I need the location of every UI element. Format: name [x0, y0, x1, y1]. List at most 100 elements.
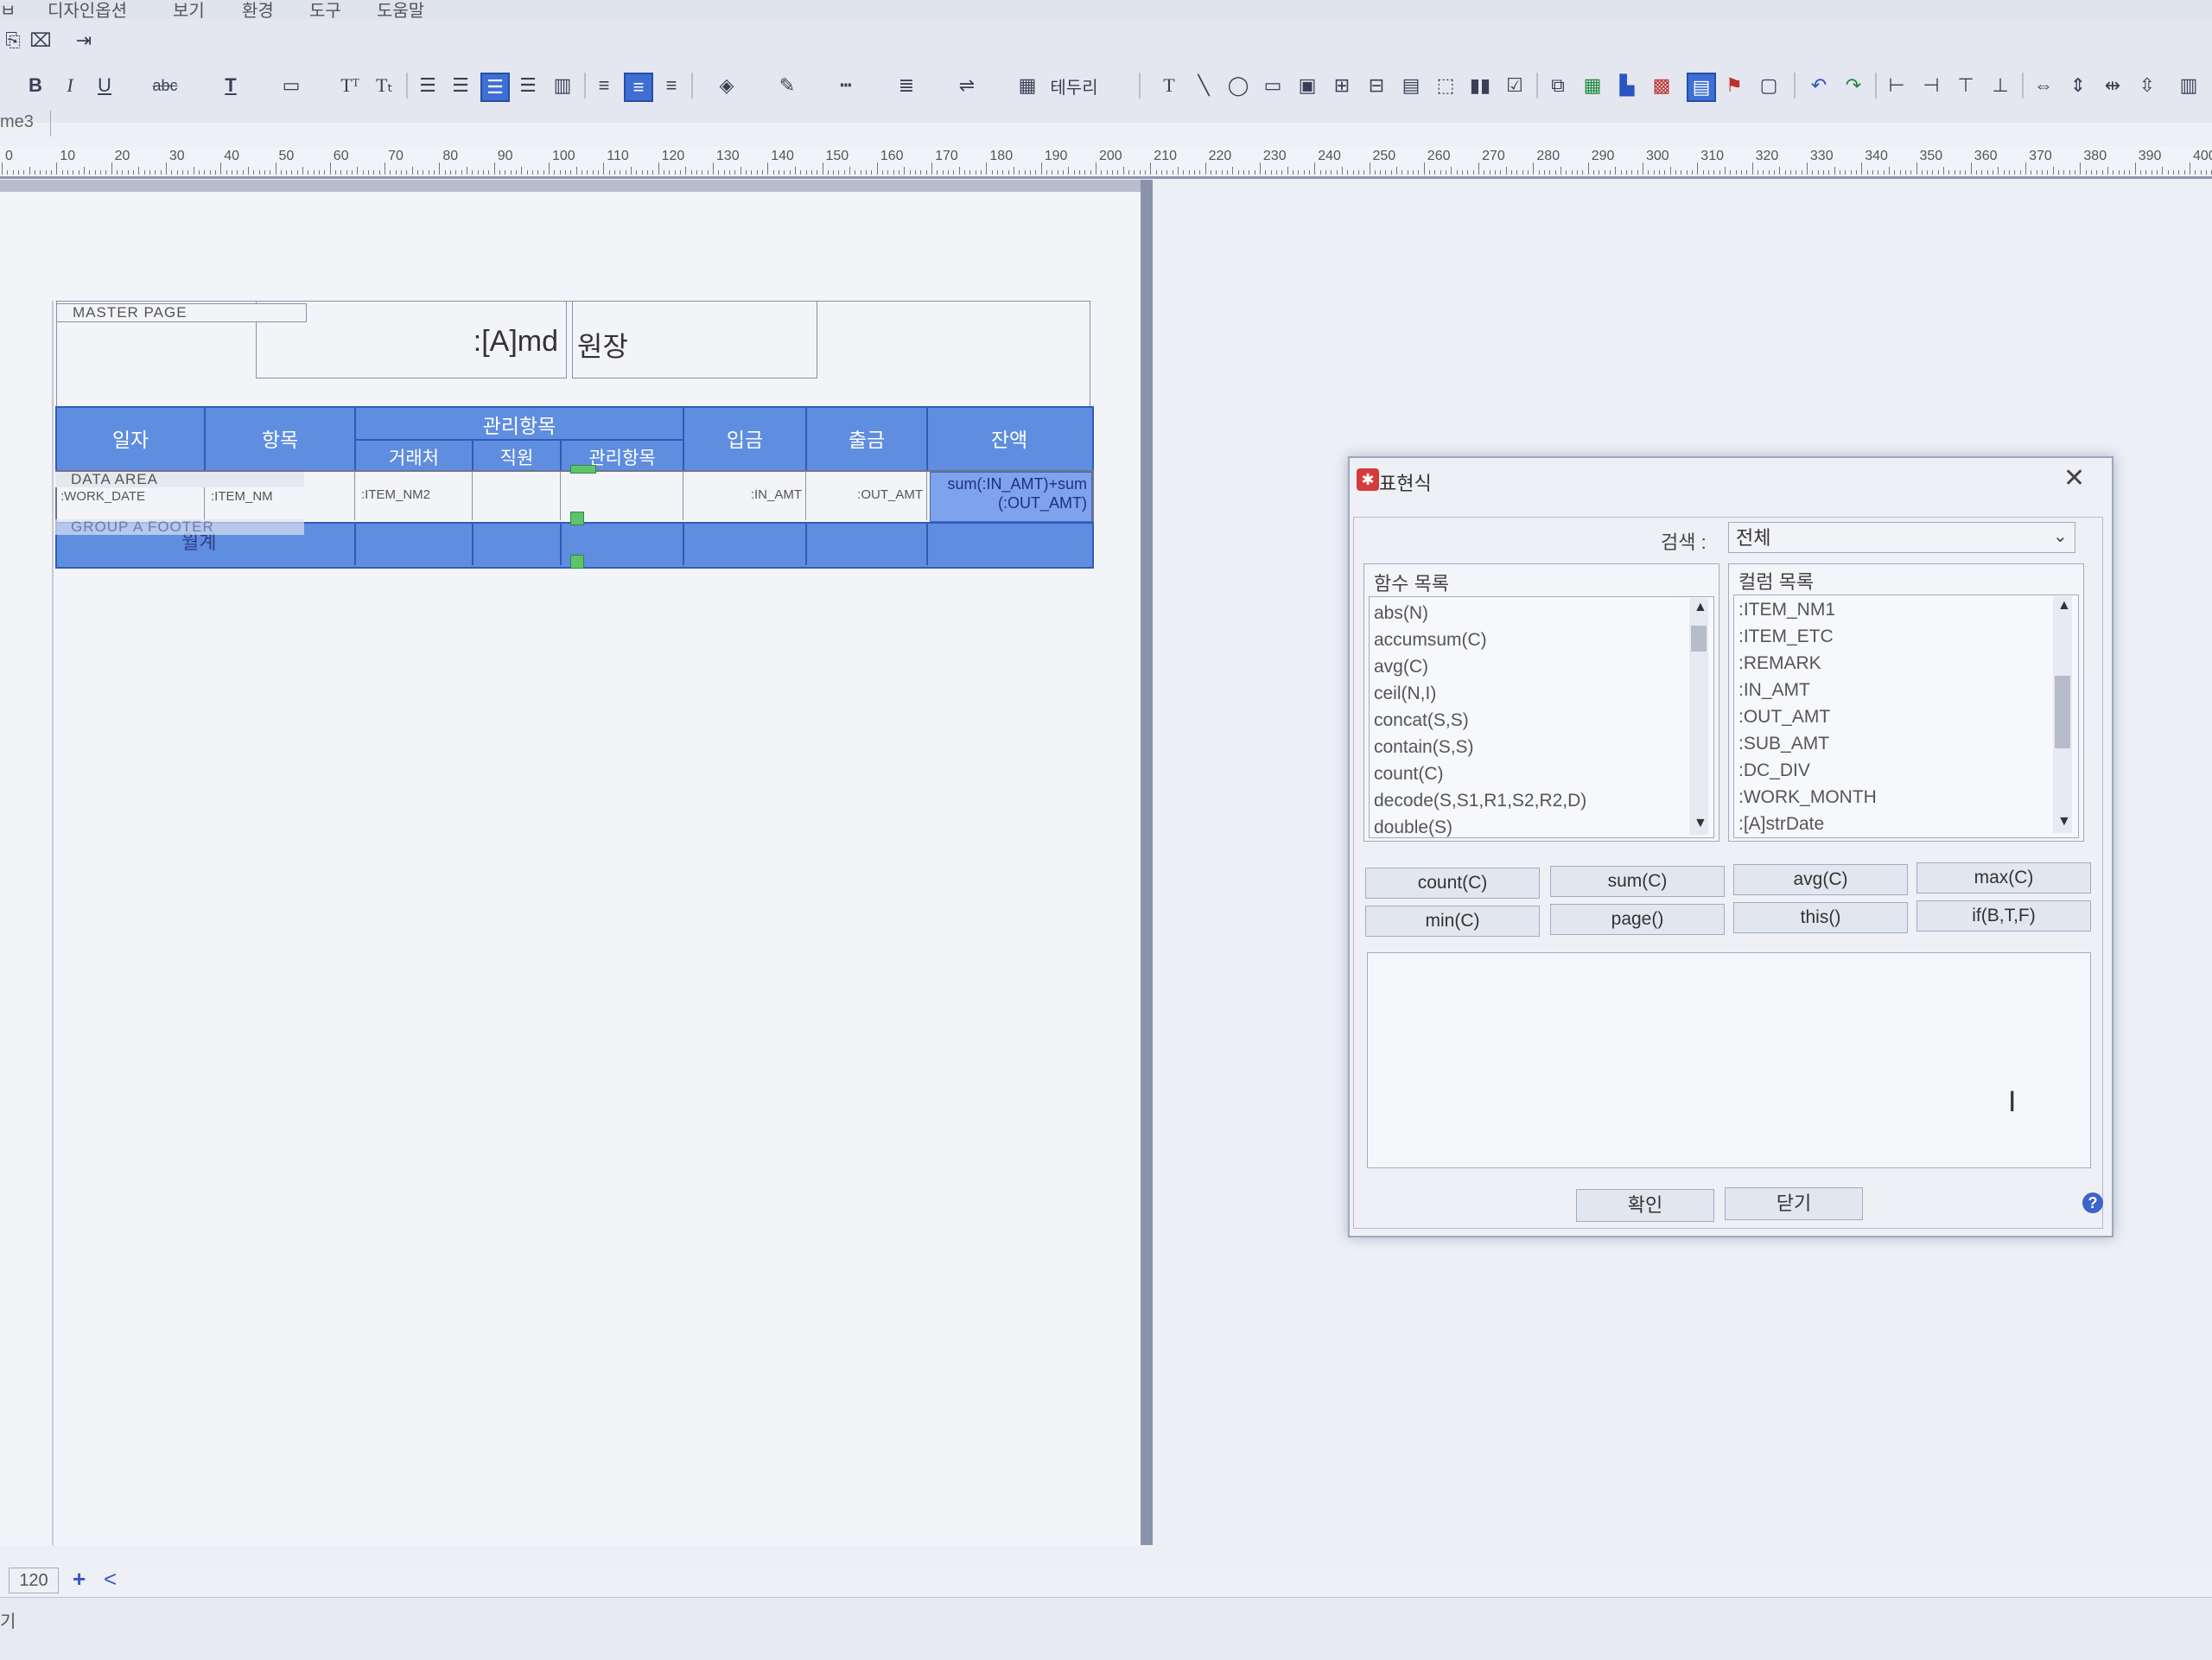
field-item-nm2[interactable]: :ITEM_NM2: [361, 487, 430, 502]
align-objects-right-icon[interactable]: ⊣: [1918, 73, 1944, 99]
checkbox-tool-icon[interactable]: ☑: [1502, 73, 1528, 99]
header-date[interactable]: 일자: [57, 423, 204, 453]
close-button[interactable]: 닫기: [1725, 1187, 1863, 1220]
ok-button[interactable]: 확인: [1576, 1189, 1714, 1222]
if-button[interactable]: if(B,T,F): [1916, 900, 2091, 932]
fill-color-icon[interactable]: ◈: [714, 73, 740, 99]
column-list-item[interactable]: :[A]strDate: [1738, 814, 1824, 835]
header-mgmt-group[interactable]: 관리항목: [356, 410, 683, 439]
highlight-icon[interactable]: ▭: [278, 73, 304, 99]
sum-button[interactable]: sum(C): [1550, 866, 1725, 897]
border-icon[interactable]: ▦: [1014, 73, 1040, 99]
scroll-down-icon[interactable]: ▼: [1694, 816, 1707, 831]
barcode-tool-icon[interactable]: ▮▮: [1467, 73, 1493, 99]
field-in-amt[interactable]: :IN_AMT: [688, 487, 802, 502]
function-list-item[interactable]: contain(S,S): [1374, 737, 1474, 758]
text-color-icon[interactable]: T: [218, 73, 244, 99]
underline-button[interactable]: U: [92, 73, 118, 99]
distribute-icon[interactable]: ▥: [550, 73, 575, 99]
align-left-icon[interactable]: ☰: [415, 73, 441, 99]
frame-icon[interactable]: ▢: [1756, 73, 1782, 99]
function-list-item[interactable]: accumsum(C): [1374, 630, 1487, 651]
valign-top-icon[interactable]: ≡: [591, 73, 617, 99]
subscript-icon[interactable]: Tₜ: [372, 73, 397, 99]
zoom-level-input[interactable]: 120: [9, 1568, 59, 1593]
zoom-in-icon[interactable]: +: [73, 1566, 86, 1593]
band-tool-icon[interactable]: ▤: [1398, 73, 1424, 99]
crosstab-icon[interactable]: ▩: [1649, 73, 1675, 99]
redo-icon[interactable]: ↷: [1840, 73, 1866, 99]
ellipse-tool-icon[interactable]: ◯: [1225, 73, 1251, 99]
function-list-item[interactable]: abs(N): [1374, 603, 1428, 624]
exit-icon[interactable]: ⇥: [71, 28, 97, 54]
field-out-amt[interactable]: :OUT_AMT: [810, 487, 923, 502]
selection-handle[interactable]: [570, 512, 584, 525]
expression-textarea[interactable]: [1367, 952, 2091, 1168]
document-tab[interactable]: me3: [0, 112, 34, 137]
line-color-icon[interactable]: ✎: [774, 73, 800, 99]
column-list-item[interactable]: :DC_DIV: [1738, 760, 1810, 781]
scroll-up-icon[interactable]: ▲: [2057, 598, 2071, 614]
search-category-select[interactable]: 전체: [1728, 522, 2075, 553]
function-list-item[interactable]: ceil(N,I): [1374, 684, 1436, 704]
page-button[interactable]: page(): [1550, 904, 1725, 935]
open-icon[interactable]: ⎘: [0, 28, 26, 54]
close-doc-icon[interactable]: ⌧: [28, 28, 54, 54]
close-icon[interactable]: ✕: [2063, 463, 2085, 493]
band-view-icon[interactable]: ▤: [1687, 73, 1716, 102]
column-list-item[interactable]: :OUT_AMT: [1738, 707, 1830, 728]
function-list-item[interactable]: concat(S,S): [1374, 710, 1469, 731]
undo-icon[interactable]: ↶: [1806, 73, 1832, 99]
line-width-icon[interactable]: ≣: [893, 73, 919, 99]
header-outgo[interactable]: 출금: [807, 423, 926, 453]
table-tool-icon[interactable]: ⊞: [1329, 73, 1355, 99]
column-list-item[interactable]: :ITEM_NM1: [1738, 600, 1835, 620]
chevron-down-icon[interactable]: ⌄: [2053, 525, 2068, 547]
column-list-item[interactable]: :IN_AMT: [1738, 680, 1810, 701]
function-list-item[interactable]: decode(S,S1,R1,S2,R2,D): [1374, 791, 1586, 811]
align-center-icon[interactable]: ☰: [448, 73, 474, 99]
text-tool-icon[interactable]: T: [1156, 73, 1182, 99]
align-objects-left-icon[interactable]: ⊢: [1884, 73, 1910, 99]
function-list-item[interactable]: avg(C): [1374, 657, 1428, 677]
header-partner[interactable]: 거래처: [356, 444, 472, 470]
spacing-icon[interactable]: ⇌: [954, 73, 980, 99]
more-tools-icon[interactable]: ▥: [2176, 73, 2202, 99]
function-list-item[interactable]: count(C): [1374, 764, 1444, 785]
field-item-nm[interactable]: :ITEM_NM: [211, 489, 273, 504]
valign-bottom-icon[interactable]: ≡: [658, 73, 684, 99]
align-right-icon[interactable]: ☰: [480, 73, 510, 102]
strikethrough-button[interactable]: abc: [152, 73, 178, 99]
line-tool-icon[interactable]: ╲: [1191, 73, 1217, 99]
space-vertical-icon[interactable]: ⇳: [2134, 73, 2160, 99]
column-list-item[interactable]: :SUB_AMT: [1738, 734, 1829, 754]
italic-button[interactable]: I: [57, 73, 83, 99]
border-label[interactable]: 테두리: [1044, 73, 1104, 99]
image-tool-icon[interactable]: ▣: [1294, 73, 1320, 99]
align-objects-top-icon[interactable]: ⊤: [1953, 73, 1979, 99]
column-list-item[interactable]: :WORK_MONTH: [1738, 787, 1877, 808]
column-list-scroll-thumb[interactable]: [2055, 676, 2070, 748]
chart-icon[interactable]: ▙: [1614, 73, 1640, 99]
min-button[interactable]: min(C): [1365, 906, 1540, 937]
header-balance[interactable]: 잔액: [928, 423, 1090, 453]
function-list-scroll-thumb[interactable]: [1691, 626, 1707, 652]
line-style-icon[interactable]: ┅: [833, 73, 859, 99]
field-work-date[interactable]: :WORK_DATE: [60, 489, 145, 504]
header-staff[interactable]: 직원: [474, 444, 560, 470]
rectangle-tool-icon[interactable]: ▭: [1260, 73, 1286, 99]
copy-icon[interactable]: ⧉: [1545, 73, 1571, 99]
selection-handle[interactable]: [570, 465, 596, 474]
bold-button[interactable]: B: [22, 73, 48, 99]
max-button[interactable]: max(C): [1916, 862, 2091, 894]
scroll-up-icon[interactable]: ▲: [1694, 600, 1707, 615]
grid-icon[interactable]: ▦: [1580, 73, 1605, 99]
header-income[interactable]: 입금: [684, 423, 805, 453]
same-width-icon[interactable]: ⇔: [2031, 73, 2056, 99]
column-list-item[interactable]: :REMARK: [1738, 653, 1821, 674]
scroll-left-icon[interactable]: <: [104, 1566, 117, 1593]
scroll-down-icon[interactable]: ▼: [2057, 814, 2071, 830]
link-tool-icon[interactable]: ⬚: [1433, 73, 1459, 99]
space-horizontal-icon[interactable]: ⇹: [2100, 73, 2126, 99]
superscript-icon[interactable]: Tᵀ: [337, 73, 363, 99]
